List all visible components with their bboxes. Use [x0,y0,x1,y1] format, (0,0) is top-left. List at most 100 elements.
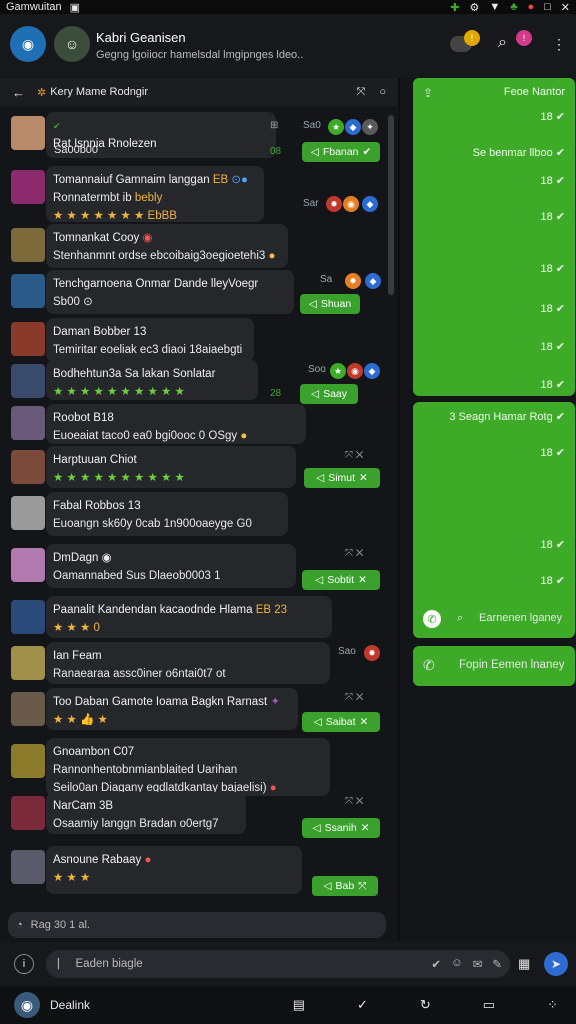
reply-pill[interactable]: ◁ Saay [300,384,358,404]
message-text: Stenhanmnt ordse ebcoibaig3oegioetehi3 [53,250,266,262]
reply-pill[interactable]: ◁ Simut ✕ [304,468,380,488]
list-item[interactable]: Tomnankat Cooy ◉ Stenhanmnt ordse ebcoib… [0,224,388,272]
list-item[interactable]: NarCam 3B Osaamiy langgn Bradan o0ertg7 … [0,792,388,838]
back-icon[interactable]: ← [12,85,25,100]
thread-panel-2[interactable]: 3 Seagn Hamar Rotg ✔ 18 ✔ 18 ✔ 18 ✔ ✆ ⌕ … [413,402,575,638]
message-bubble: Gnoambon C07 Rannonhentobnmianblaited Ua… [46,738,330,796]
reply-pill[interactable]: ◁ Sobtit ✕ [302,570,380,590]
list-item[interactable]: Tenchgarnoena Onmar Dande lleyVoegr Sb00… [0,270,388,318]
app-icon: ▣ [69,1,81,14]
reply-pill[interactable]: ◁ Saibat ✕ [302,712,380,732]
home-icon[interactable]: ▤ [293,997,305,1013]
list-item[interactable]: Bodhehtun3a Sa lakan Sonlatar ★ ★ ★ ★ ★ … [0,360,388,404]
reaction-icon[interactable]: ◉ [343,196,359,212]
avatar[interactable]: ☺ [54,26,90,62]
list-item[interactable]: ✔ Rat Isnnia Rnolezen Sa00b00 ⊞ Sa0 ★ ◆ … [0,110,388,162]
avatar [11,322,45,356]
emoji-icon[interactable]: ☺ [451,957,463,971]
list-item[interactable]: Daman Bobber 13 Temiritar eoeliak ec3 di… [0,318,388,366]
message-time: Sar [303,198,319,209]
avatar [11,406,45,440]
message-input[interactable]: ⎸ Eaden biagle ✔ ☺ ✉ ✎ [46,950,510,978]
avatar[interactable]: ◉ [14,992,40,1018]
list-item[interactable]: Asnoune Rabaay ● ★ ★ ★ ◁ Bab ⤧ [0,846,388,898]
message-text: Oamannabed Sus Dlaeob0003 1 [53,570,221,582]
list-item[interactable]: Paanalit Kandendan kacaodnde Hlama EB 23… [0,596,388,642]
message-bubble: Tenchgarnoena Onmar Dande lleyVoegr Sb00… [46,270,294,314]
phone-icon: ✆ [423,657,435,673]
reply-pill[interactable]: ◁ Bab ⤧ [312,876,378,896]
message-bubble: Tomannaiuf Gamnaim langgan EB ⊙● Ronnate… [46,166,264,222]
reply-pill[interactable]: ◁ Fbanan ✔ [302,142,380,162]
panel-row: 18 ✔ [540,575,565,587]
avatar[interactable]: ◉ [10,26,46,62]
reaction-icon[interactable]: ★ [330,363,346,379]
action-button[interactable]: ✆ Fopin Eemen lnaney [413,646,575,686]
list-item[interactable]: Gnoambon C07 Rannonhentobnmianblaited Ua… [0,738,388,798]
list-item[interactable]: Tomannaiuf Gamnaim langgan EB ⊙● Ronnate… [0,164,388,224]
info-icon[interactable]: i [14,954,34,974]
list-item[interactable]: Too Daban Gamote Ioama Bagkn Rarnast ✦ ★… [0,688,388,734]
avatar [11,228,45,262]
list-item[interactable]: Fabal Robbos 13 Euoangn sk60y 0cab 1n900… [0,492,388,540]
reaction-icon[interactable]: ✸ [345,273,361,289]
notification-badge: ! [464,30,480,46]
close-icon: ✕ [359,716,369,728]
reply-pill[interactable]: ◁ Shuan [300,294,360,314]
panel-row: 18 ✔ [540,111,565,123]
message-text: Euoangn sk60y 0cab 1n900oaeyge G0 [53,518,252,530]
reply-pill[interactable]: ◁ Ssanih ✕ [302,818,380,838]
share-icon[interactable]: ⇪ [423,86,433,100]
reaction-icon[interactable]: ◉ [347,363,363,379]
sync-icon[interactable]: ↻ [420,997,431,1013]
avatar [11,170,45,204]
reply-pill-label: Shuan [320,298,352,310]
close-icon[interactable]: ✕ [561,1,570,14]
reaction-icon[interactable]: ◆ [364,363,380,379]
reaction-icon[interactable]: ◆ [365,273,381,289]
search-icon[interactable]: ⌕ [457,612,463,625]
list-item[interactable]: DmDagn ◉ Oamannabed Sus Dlaeob0003 1 ⤧ ✕… [0,544,388,592]
mail-icon[interactable]: ✉ [473,957,483,971]
panel-title: Feoe Nantor [503,86,565,98]
window-icon[interactable]: ▭ [483,997,495,1013]
message-bubble: Fabal Robbos 13 Euoangn sk60y 0cab 1n900… [46,492,288,536]
reaction-icon[interactable]: ✸ [326,196,342,212]
reply-composer[interactable]: ◔ Rag 30 1 al. [8,912,386,938]
panel-section-title: 3 Seagn Hamar Rotg ✔ [449,411,565,423]
reaction-icon[interactable]: ◆ [362,196,378,212]
check-icon: ✔ [362,146,372,158]
thread-panel[interactable]: ⇪ Feoe Nantor 18 ✔ Se benmar llboo ✔ 18 … [413,78,575,396]
search-icon[interactable]: ⌕ [498,34,507,52]
check-icon: ✔ [53,121,61,131]
more-icon[interactable]: ⋮ [552,36,566,53]
phone-icon[interactable]: ✆ [423,610,441,628]
list-item[interactable]: Roobot B18 Euoeaiat taco0 ea0 bgi0ooc 0 … [0,404,388,448]
message-list[interactable]: ✔ Rat Isnnia Rnolezen Sa00b00 ⊞ Sa0 ★ ◆ … [0,106,398,912]
message-text: Ronnatermbt ib [53,192,132,204]
grid-icon[interactable]: ⁘ [547,997,558,1013]
send-icon[interactable]: ➤ [544,952,568,976]
pen-icon[interactable]: ✎ [492,957,502,971]
reaction-icon[interactable]: ✸ [364,645,380,661]
panel-button-1[interactable]: Earnenen lganey [479,612,562,624]
reaction-icon[interactable]: ✦ [362,119,378,135]
circle-icon[interactable]: ○ [379,86,386,98]
list-item[interactable]: Harptuuan Chiot ★ ★ ★ ★ ★ ★ ★ ★ ★ ★ ⤧ ✕ … [0,446,388,492]
list-item[interactable]: Ian Feam Ranaearaa assc0iner o6ntai0t7 o… [0,642,388,688]
message-text: Sb00 [53,296,80,308]
reply-pill-label: Fbanan [322,146,359,158]
message-author: Too Daban Gamote Ioama Bagkn Rarnast [53,696,268,708]
avatar [11,116,45,150]
link-icon[interactable]: ⤧ [357,86,366,99]
message-text: Ranaearaa assc0iner o6ntai0t7 ot [53,668,226,680]
shield-icon: ✚ [450,1,460,14]
reaction-icon[interactable]: ★ [328,119,344,135]
reaction-icon[interactable]: ◆ [345,119,361,135]
close-icon: ✕ [358,574,367,586]
message-bubble: Bodhehtun3a Sa lakan Sonlatar ★ ★ ★ ★ ★ … [46,360,258,400]
shield-icon[interactable]: ✓ [357,997,368,1013]
scrollbar[interactable] [388,115,394,295]
attach-icon[interactable]: ▦ [518,956,530,972]
check-circle-icon[interactable]: ✔ [431,957,441,971]
